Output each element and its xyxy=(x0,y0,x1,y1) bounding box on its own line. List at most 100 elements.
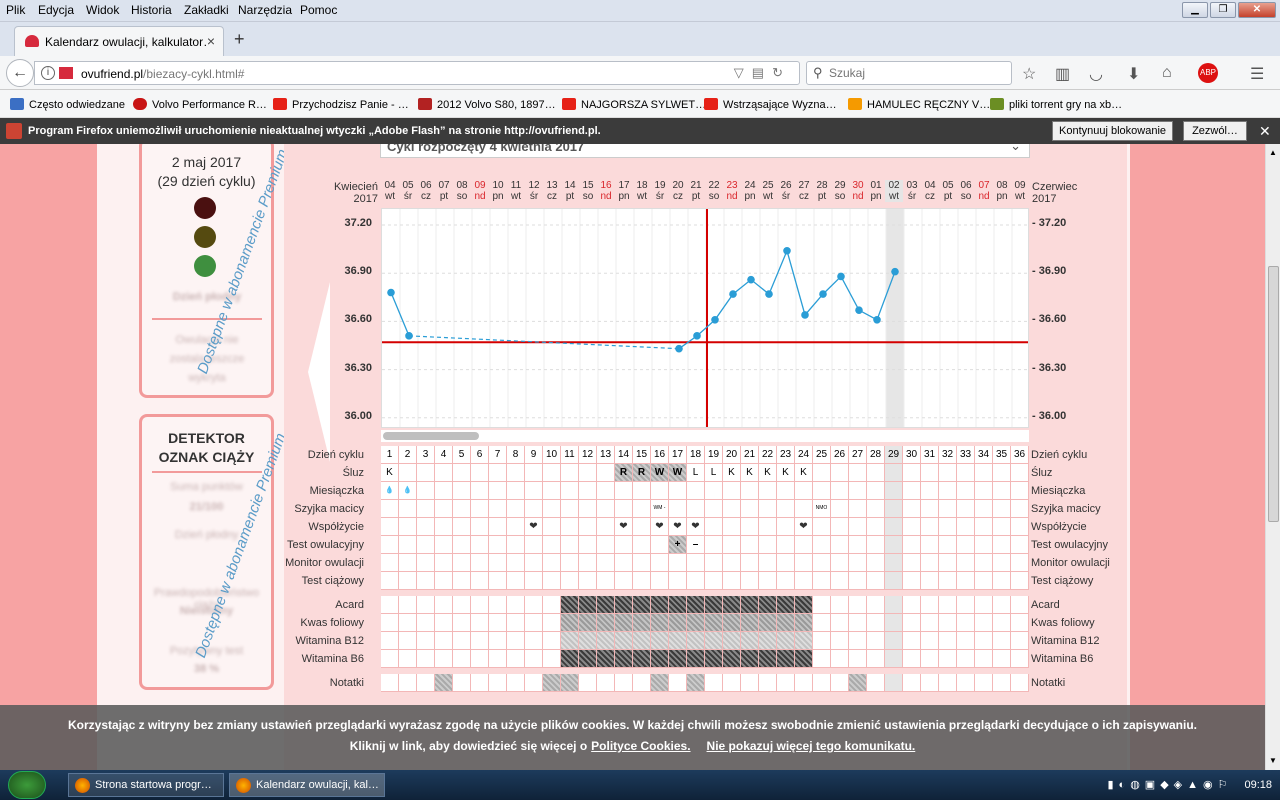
grid-cell[interactable] xyxy=(831,500,849,518)
grid-cell[interactable] xyxy=(597,554,615,572)
grid-cell[interactable] xyxy=(579,650,597,668)
grid-cell[interactable] xyxy=(669,596,687,614)
grid-cell[interactable] xyxy=(669,572,687,590)
grid-cell[interactable] xyxy=(867,482,885,500)
grid-cell[interactable] xyxy=(651,632,669,650)
grid-cell[interactable] xyxy=(561,674,579,692)
grid-cell[interactable] xyxy=(885,674,903,692)
grid-cell[interactable] xyxy=(399,536,417,554)
cookie-policy-link[interactable]: Polityce Cookies. xyxy=(591,739,690,753)
grid-cell[interactable] xyxy=(615,482,633,500)
grid-cell[interactable] xyxy=(723,500,741,518)
grid-cell[interactable] xyxy=(507,632,525,650)
grid-cell[interactable] xyxy=(507,464,525,482)
grid-cell[interactable] xyxy=(705,536,723,554)
grid-cell[interactable]: 26 xyxy=(831,446,849,464)
grid-cell[interactable] xyxy=(993,500,1011,518)
grid-cell[interactable] xyxy=(777,596,795,614)
url-bar[interactable]: i ovufriend.pl/biezacy-cykl.html# ▽▤↻ xyxy=(34,61,800,85)
grid-cell[interactable] xyxy=(939,554,957,572)
grid-cell[interactable] xyxy=(849,518,867,536)
grid-cell[interactable]: + xyxy=(669,536,687,554)
grid-cell[interactable] xyxy=(831,650,849,668)
grid-cell[interactable] xyxy=(777,482,795,500)
grid-cell[interactable] xyxy=(741,536,759,554)
grid-cell[interactable] xyxy=(759,632,777,650)
grid-cell[interactable] xyxy=(597,464,615,482)
grid-cell[interactable] xyxy=(543,614,561,632)
grid-cell[interactable]: K xyxy=(741,464,759,482)
grid-cell[interactable] xyxy=(507,482,525,500)
grid-cell[interactable] xyxy=(651,554,669,572)
grid-cell[interactable] xyxy=(633,614,651,632)
close-notification-icon[interactable]: ✕ xyxy=(1259,123,1271,140)
grid-cell[interactable] xyxy=(525,464,543,482)
grid-cell[interactable] xyxy=(435,614,453,632)
grid-cell[interactable] xyxy=(615,572,633,590)
grid-cell[interactable] xyxy=(813,482,831,500)
grid-cell[interactable] xyxy=(741,632,759,650)
grid-cell[interactable]: K xyxy=(759,464,777,482)
grid-cell[interactable] xyxy=(417,518,435,536)
grid-cell[interactable] xyxy=(957,482,975,500)
grid-cell[interactable] xyxy=(669,632,687,650)
grid-cell[interactable] xyxy=(741,482,759,500)
adblock-icon[interactable]: ABP xyxy=(1198,63,1218,83)
bookmark-item[interactable]: NAJGORSZA SYLWET… xyxy=(562,98,706,111)
grid-cell[interactable] xyxy=(831,614,849,632)
grid-cell[interactable] xyxy=(1011,500,1029,518)
grid-cell[interactable]: 3 xyxy=(417,446,435,464)
grid-cell[interactable] xyxy=(885,482,903,500)
grid-cell[interactable] xyxy=(867,596,885,614)
grid-cell[interactable] xyxy=(957,572,975,590)
grid-cell[interactable] xyxy=(705,674,723,692)
grid-cell[interactable]: L xyxy=(687,464,705,482)
dismiss-cookie-link[interactable]: Nie pokazuj więcej tego komunikatu. xyxy=(707,739,916,753)
grid-cell[interactable] xyxy=(597,632,615,650)
grid-cell[interactable] xyxy=(759,500,777,518)
grid-cell[interactable] xyxy=(399,464,417,482)
grid-cell[interactable]: 27 xyxy=(849,446,867,464)
grid-cell[interactable] xyxy=(633,596,651,614)
grid-cell[interactable] xyxy=(975,650,993,668)
grid-cell[interactable] xyxy=(993,554,1011,572)
grid-cell[interactable] xyxy=(705,500,723,518)
grid-cell[interactable] xyxy=(741,674,759,692)
grid-cell[interactable] xyxy=(957,518,975,536)
grid-cell[interactable] xyxy=(993,596,1011,614)
grid-cell[interactable] xyxy=(903,650,921,668)
grid-cell[interactable] xyxy=(939,632,957,650)
grid-cell[interactable] xyxy=(741,650,759,668)
grid-cell[interactable] xyxy=(597,674,615,692)
grid-cell[interactable] xyxy=(381,632,399,650)
grid-cell[interactable] xyxy=(903,596,921,614)
grid-cell[interactable]: 20 xyxy=(723,446,741,464)
grid-cell[interactable] xyxy=(651,614,669,632)
grid-cell[interactable] xyxy=(489,572,507,590)
grid-cell[interactable] xyxy=(597,596,615,614)
grid-cell[interactable] xyxy=(939,536,957,554)
grid-cell[interactable] xyxy=(939,500,957,518)
grid-cell[interactable] xyxy=(633,536,651,554)
grid-cell[interactable] xyxy=(543,674,561,692)
grid-cell[interactable] xyxy=(579,464,597,482)
grid-cell[interactable] xyxy=(849,674,867,692)
grid-cell[interactable] xyxy=(759,482,777,500)
grid-cell[interactable] xyxy=(813,554,831,572)
grid-cell[interactable] xyxy=(1011,674,1029,692)
grid-cell[interactable] xyxy=(723,536,741,554)
grid-cell[interactable] xyxy=(795,500,813,518)
grid-cell[interactable] xyxy=(723,650,741,668)
grid-cell[interactable] xyxy=(867,632,885,650)
grid-cell[interactable] xyxy=(381,674,399,692)
grid-cell[interactable] xyxy=(1011,482,1029,500)
grid-cell[interactable] xyxy=(507,614,525,632)
grid-cell[interactable] xyxy=(867,464,885,482)
grid-cell[interactable] xyxy=(849,482,867,500)
taskbar-item[interactable]: Strona startowa progr… xyxy=(68,773,224,797)
grid-cell[interactable] xyxy=(723,674,741,692)
grid-cell[interactable] xyxy=(813,596,831,614)
grid-cell[interactable] xyxy=(1011,518,1029,536)
grid-cell[interactable] xyxy=(633,674,651,692)
grid-cell[interactable] xyxy=(633,518,651,536)
